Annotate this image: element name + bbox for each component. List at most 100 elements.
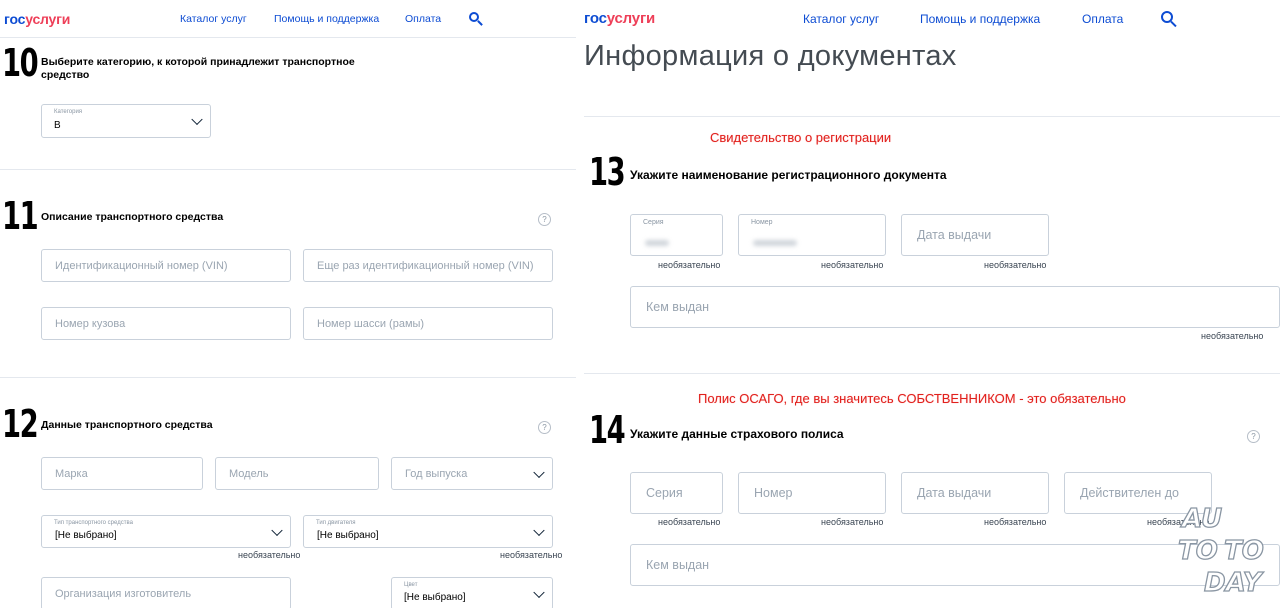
manufacturer-input[interactable]: Организация изготовитель (41, 577, 291, 608)
policy-number-input[interactable]: Номер (738, 472, 886, 514)
engine-type-label: Тип двигателя (316, 520, 356, 526)
vin-placeholder: Идентификационный номер (VIN) (55, 259, 228, 272)
make-input[interactable]: Марка (41, 457, 203, 490)
help-icon[interactable]: ? (538, 213, 551, 226)
nav-payment-link[interactable]: Оплата (1082, 12, 1123, 26)
step-12-title: Данные транспортного средства (41, 419, 213, 431)
optional-note: необязательно (1201, 331, 1264, 341)
reg-issued-by-placeholder: Кем выдан (646, 300, 710, 314)
reg-series-label: Серия (643, 219, 664, 226)
optional-note: необязательно (984, 260, 1047, 270)
chevron-down-icon (533, 524, 545, 536)
step-11-title: Описание транспортного средства (41, 211, 224, 223)
top-nav: госуслуги Каталог услуг Помощь и поддерж… (584, 0, 1280, 38)
policy-number-placeholder: Номер (754, 486, 793, 500)
page-title: Информация о документах (584, 40, 957, 72)
nav-payment-link[interactable]: Оплата (405, 13, 441, 25)
nav-help-link[interactable]: Помощь и поддержка (920, 12, 1040, 26)
logo-part-gos: гос (584, 10, 607, 27)
category-select[interactable]: Категория B (41, 104, 211, 138)
body-number-placeholder: Номер кузова (55, 317, 126, 330)
vehicle-type-value: [Не выбрано] (55, 530, 117, 541)
policy-issued-by-placeholder: Кем выдан (646, 558, 710, 572)
reg-number-label: Номер (751, 219, 773, 226)
optional-note: необязательно (821, 260, 884, 270)
model-input[interactable]: Модель (215, 457, 379, 490)
year-placeholder: Год выпуска (405, 467, 468, 480)
gosuslugi-logo[interactable]: госуслуги (584, 10, 655, 27)
nav-catalog-link[interactable]: Каталог услуг (180, 13, 247, 25)
chassis-number-placeholder: Номер шасси (рамы) (317, 317, 425, 330)
optional-note: необязательно (821, 517, 884, 527)
divider (0, 377, 576, 378)
step-10-title-line2: средство (41, 69, 90, 82)
policy-series-input[interactable]: Серия (630, 472, 723, 514)
step-number-14: 14 (589, 408, 626, 452)
step-10-title: Выберите категорию, к которой принадлежи… (41, 56, 355, 82)
policy-issue-date-input[interactable]: Дата выдачи (901, 472, 1049, 514)
logo-part-uslugi: услуги (25, 11, 71, 27)
vin-input[interactable]: Идентификационный номер (VIN) (41, 249, 291, 282)
chevron-down-icon (191, 113, 203, 126)
policy-series-placeholder: Серия (646, 486, 683, 500)
manufacturer-placeholder: Организация изготовитель (55, 587, 192, 600)
step-number-13: 13 (589, 150, 626, 194)
watermark-au: AU (1181, 504, 1223, 534)
panel-gap (576, 0, 584, 608)
optional-note: необязательно (500, 550, 563, 560)
reg-series-input[interactable]: Серия (630, 214, 723, 256)
optional-note: необязательно (984, 517, 1047, 527)
reg-issue-date-input[interactable]: Дата выдачи (901, 214, 1049, 256)
chassis-number-input[interactable]: Номер шасси (рамы) (303, 307, 553, 340)
divider (0, 169, 576, 170)
vehicle-type-label: Тип транспортного средства (54, 520, 133, 526)
category-label: Категория (54, 109, 83, 115)
vehicle-type-select[interactable]: Тип транспортного средства [Не выбрано] (41, 515, 291, 548)
chevron-down-icon (533, 586, 545, 598)
model-placeholder: Модель (229, 467, 269, 480)
step-number-11: 11 (2, 194, 39, 238)
color-select[interactable]: Цвет [Не выбрано] (391, 577, 553, 608)
step-14-title: Укажите данные страхового полиса (630, 427, 844, 441)
nav-catalog-link[interactable]: Каталог услуг (803, 12, 879, 26)
annotation-osago-policy: Полис ОСАГО, где вы значитесь СОБСТВЕННИ… (698, 391, 1126, 406)
divider (584, 373, 1280, 374)
left-screenshot-panel: госуслуги Каталог услуг Помощь и поддерж… (0, 0, 576, 608)
step-number-10: 10 (2, 41, 39, 85)
autotoday-watermark-logo: AU TO TO DAY (1177, 504, 1278, 606)
optional-note: необязательно (238, 550, 301, 560)
vin-repeat-input[interactable]: Еще раз идентификационный номер (VIN) (303, 249, 553, 282)
engine-type-value: [Не выбрано] (317, 530, 379, 541)
body-number-input[interactable]: Номер кузова (41, 307, 291, 340)
chevron-down-icon (533, 466, 545, 478)
step-13-title: Укажите наименование регистрационного до… (630, 168, 947, 182)
top-nav: госуслуги Каталог услуг Помощь и поддерж… (0, 0, 576, 38)
reg-issued-by-input[interactable]: Кем выдан (630, 286, 1280, 328)
reg-number-input[interactable]: Номер (738, 214, 886, 256)
logo-part-uslugi: услуги (606, 10, 656, 27)
reg-number-value-blurred (753, 240, 797, 246)
optional-note: необязательно (658, 517, 721, 527)
search-icon[interactable] (469, 12, 483, 26)
year-select[interactable]: Год выпуска (391, 457, 553, 490)
vin-repeat-placeholder: Еще раз идентификационный номер (VIN) (317, 259, 534, 272)
help-icon[interactable]: ? (538, 421, 551, 434)
watermark-to-1: TO (1177, 536, 1218, 566)
divider (584, 116, 1280, 117)
chevron-down-icon (271, 524, 283, 536)
step-10-title-line1: Выберите категорию, к которой принадлежи… (41, 56, 355, 68)
step-number-12: 12 (2, 402, 39, 446)
search-icon[interactable] (1161, 11, 1177, 28)
nav-help-link[interactable]: Помощь и поддержка (274, 13, 379, 25)
engine-type-select[interactable]: Тип двигателя [Не выбрано] (303, 515, 553, 548)
help-icon[interactable]: ? (1247, 430, 1260, 443)
watermark-to-2: TO (1223, 536, 1264, 566)
annotation-registration-certificate: Свидетельство о регистрации (710, 130, 892, 145)
logo-part-gos: гос (4, 11, 26, 27)
gosuslugi-logo[interactable]: госуслуги (4, 11, 70, 27)
optional-note: необязательно (658, 260, 721, 270)
reg-issue-date-placeholder: Дата выдачи (917, 228, 992, 242)
right-screenshot-panel: госуслуги Каталог услуг Помощь и поддерж… (584, 0, 1280, 608)
policy-valid-until-placeholder: Действителен до (1080, 486, 1179, 500)
watermark-day: DAY (1203, 568, 1262, 598)
